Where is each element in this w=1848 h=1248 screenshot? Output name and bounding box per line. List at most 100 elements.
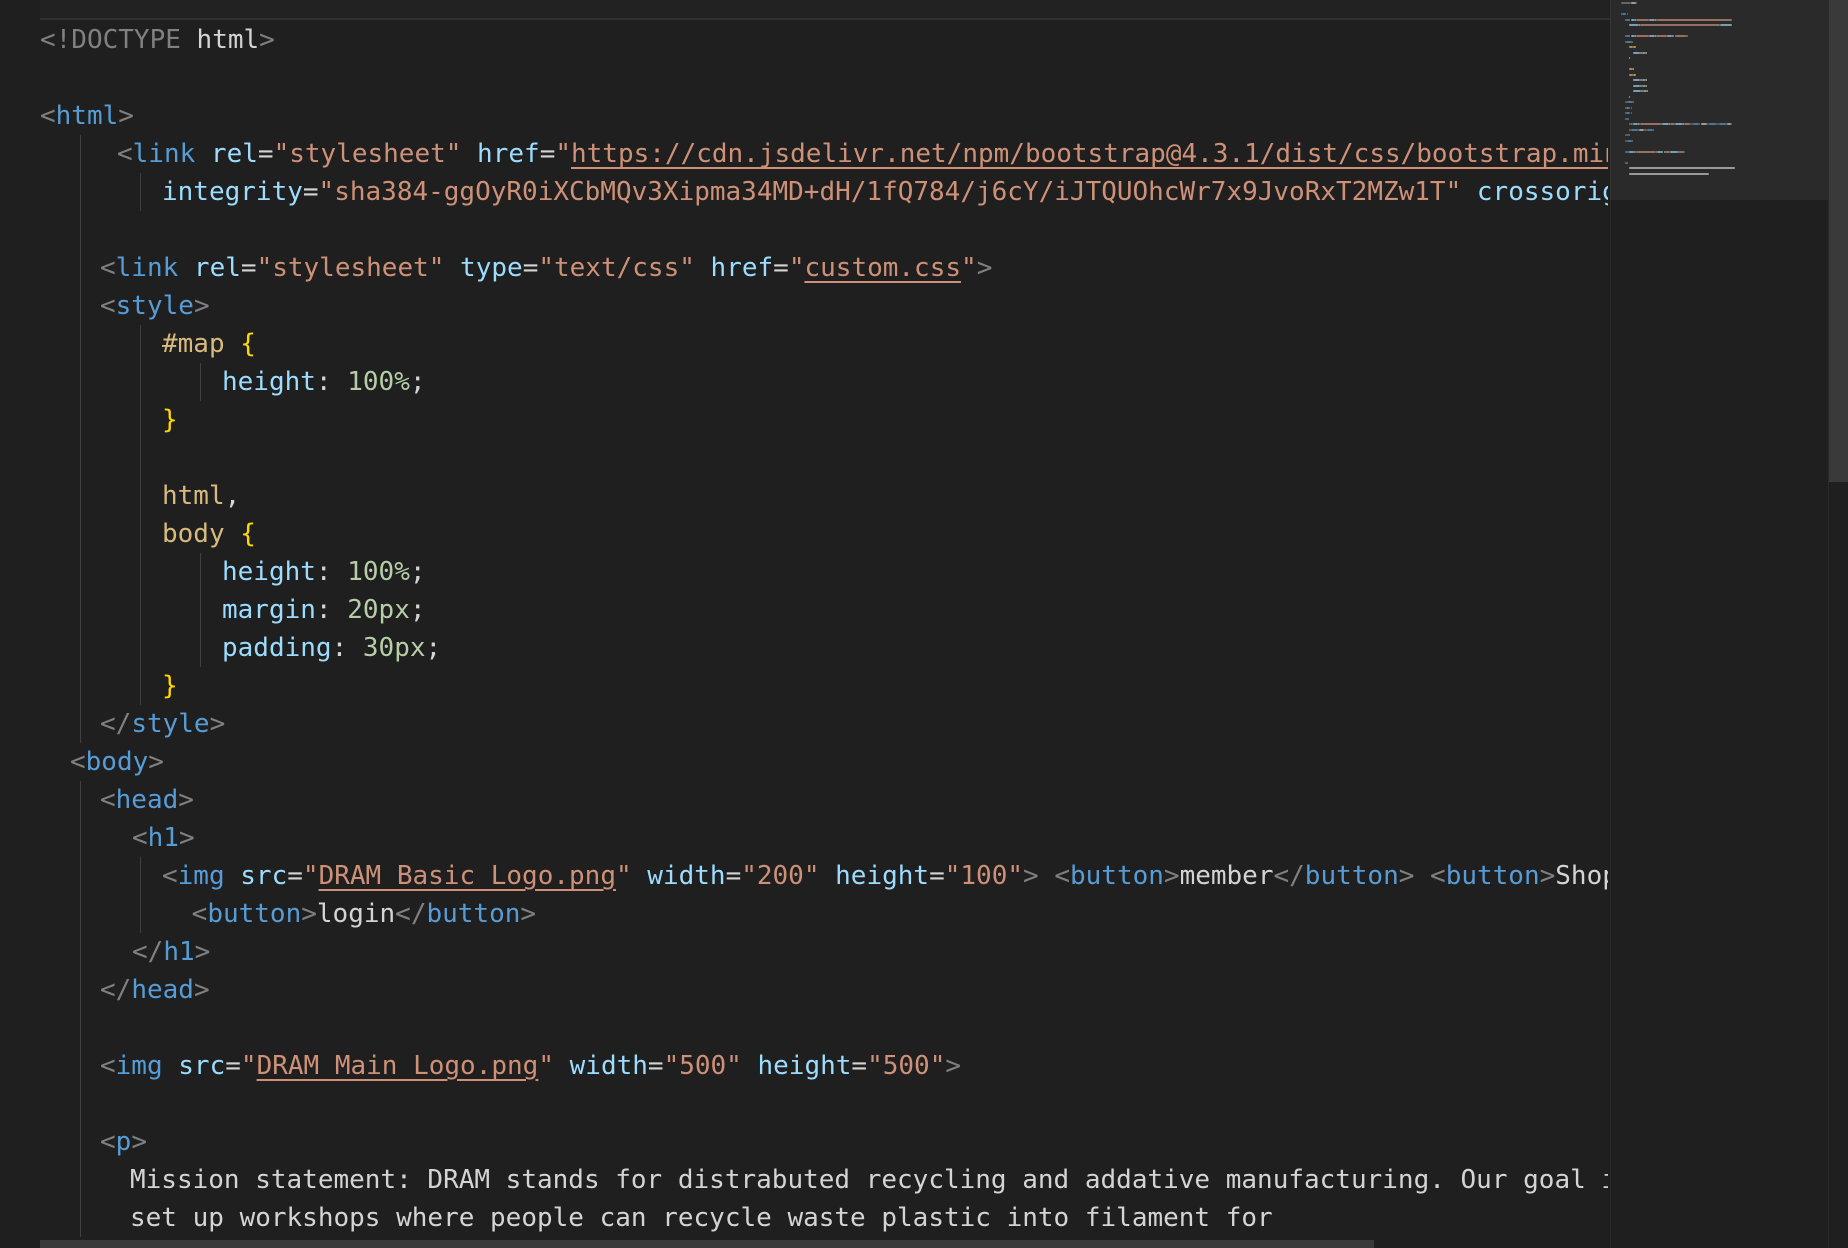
code-line[interactable]: <head> [100, 781, 194, 819]
code-line[interactable]: margin: 20px; [222, 591, 426, 629]
vertical-scrollbar-thumb[interactable] [1829, 0, 1848, 482]
code-line[interactable]: height: 100%; [222, 363, 426, 401]
code-line[interactable]: } [162, 401, 178, 439]
code-token: " [302, 861, 319, 891]
code-token: integrity [162, 177, 303, 207]
code-line[interactable]: </head> [100, 971, 210, 1009]
code-token: img [177, 861, 225, 891]
code-token: > [131, 1127, 147, 1157]
code-line[interactable]: <!DOCTYPE html> [40, 21, 275, 59]
code-token: > [301, 899, 317, 929]
code-token: "500" [663, 1051, 742, 1081]
code-token: width [631, 861, 726, 891]
code-token: https://cdn.jsdelivr.net/npm/bootstrap@4… [571, 139, 1608, 169]
code-token: width [553, 1051, 648, 1081]
code-line[interactable]: #map { [162, 325, 256, 363]
indent-guide [140, 401, 141, 439]
code-token: " [240, 1051, 257, 1081]
code-line[interactable]: <p> [100, 1123, 147, 1161]
code-token: href [694, 253, 774, 283]
indent-guide [80, 1047, 81, 1085]
code-token: href [461, 139, 540, 169]
indent-guide [80, 705, 81, 743]
code-token: < [40, 101, 56, 131]
indent-guide [80, 895, 81, 933]
indent-guide [140, 173, 141, 211]
code-token: " [555, 139, 571, 169]
code-line[interactable]: <button>login</button> [176, 895, 536, 933]
code-line[interactable]: padding: 30px; [222, 629, 441, 667]
indent-guide [80, 971, 81, 1009]
code-token: "sha384-ggOyR0iXCbMQv3Xipma34MD+dH/1fQ78… [318, 177, 1462, 207]
code-token: > [178, 785, 194, 815]
indent-guide [80, 629, 81, 667]
code-line[interactable]: <img src="DRAM_Main_Logo.png" width="500… [100, 1047, 961, 1085]
code-line[interactable]: html, [162, 477, 240, 515]
code-token: < [100, 785, 116, 815]
code-line[interactable]: set up workshops where people can recycl… [130, 1199, 1273, 1237]
code-token: = [302, 177, 319, 207]
code-token: type [444, 253, 523, 283]
indent-guide [200, 553, 201, 591]
code-line[interactable]: </h1> [132, 933, 210, 971]
indent-guide [140, 515, 141, 553]
code-token: login [316, 899, 396, 929]
code-line[interactable]: <html> [40, 97, 134, 135]
minimap-slider[interactable] [1610, 0, 1828, 200]
code-token: "100" [944, 861, 1024, 891]
code-line[interactable]: </style> [100, 705, 225, 743]
code-token: , [224, 481, 241, 511]
code-token: ; [409, 557, 426, 587]
code-token: "text/css" [538, 253, 695, 283]
code-line[interactable]: <body> [70, 743, 164, 781]
code-token: "stylesheet" [273, 139, 462, 169]
code-token: member [1179, 861, 1274, 891]
code-line[interactable]: <style> [100, 287, 210, 325]
indent-guide [80, 781, 81, 819]
indent-guide [140, 667, 141, 705]
code-token: head [115, 785, 179, 815]
indent-guide [80, 553, 81, 591]
code-token: = [725, 861, 742, 891]
code-token: </ [100, 709, 132, 739]
indent-guide [80, 135, 81, 173]
code-token: style [115, 291, 194, 321]
code-token: > [193, 291, 210, 321]
code-token: height [222, 557, 316, 587]
code-token: ; [409, 367, 426, 397]
code-token: { [224, 519, 256, 549]
indent-guide [80, 477, 81, 515]
code-line[interactable]: body { [162, 515, 256, 553]
indent-guide [80, 211, 81, 249]
code-token: src [224, 861, 288, 891]
code-line[interactable]: } [162, 667, 178, 705]
indent-guide [140, 439, 141, 477]
indent-guide [140, 325, 141, 363]
code-token: </ [100, 975, 132, 1005]
code-line[interactable]: Mission statement: DRAM stands for distr… [130, 1161, 1608, 1199]
code-token: = [773, 253, 789, 283]
code-token: = [647, 1051, 664, 1081]
code-area[interactable]: <!DOCTYPE html> <html> <link rel="styleshe… [0, 0, 1608, 1248]
code-token: h1 [147, 823, 179, 853]
code-token: ; [409, 595, 426, 625]
code-line[interactable]: height: 100%; [222, 553, 426, 591]
code-token: height [819, 861, 930, 891]
code-token: </ [1273, 861, 1305, 891]
code-token: html [162, 481, 225, 511]
code-token: < [100, 291, 116, 321]
code-token: > [945, 1051, 962, 1081]
code-line[interactable]: <img src="DRAM_Basic_Logo.png" width="20… [162, 857, 1608, 895]
code-editor[interactable]: <!DOCTYPE html> <html> <link rel="styleshe… [0, 0, 1848, 1248]
horizontal-scrollbar-thumb[interactable] [40, 1240, 1374, 1248]
code-line[interactable]: <link rel="stylesheet" type="text/css" h… [100, 249, 992, 287]
code-line[interactable]: <link rel="stylesheet" href="https://cdn… [117, 135, 1608, 173]
indent-guide [140, 553, 141, 591]
code-token: set up workshops where people can recycl… [130, 1203, 1273, 1233]
indent-guide [80, 1123, 81, 1161]
code-token: html [180, 25, 260, 55]
code-line[interactable]: integrity="sha384-ggOyR0iXCbMQv3Xipma34M… [162, 173, 1608, 211]
code-token: = [522, 253, 539, 283]
code-token: link [132, 139, 196, 169]
code-line[interactable]: <h1> [132, 819, 195, 857]
